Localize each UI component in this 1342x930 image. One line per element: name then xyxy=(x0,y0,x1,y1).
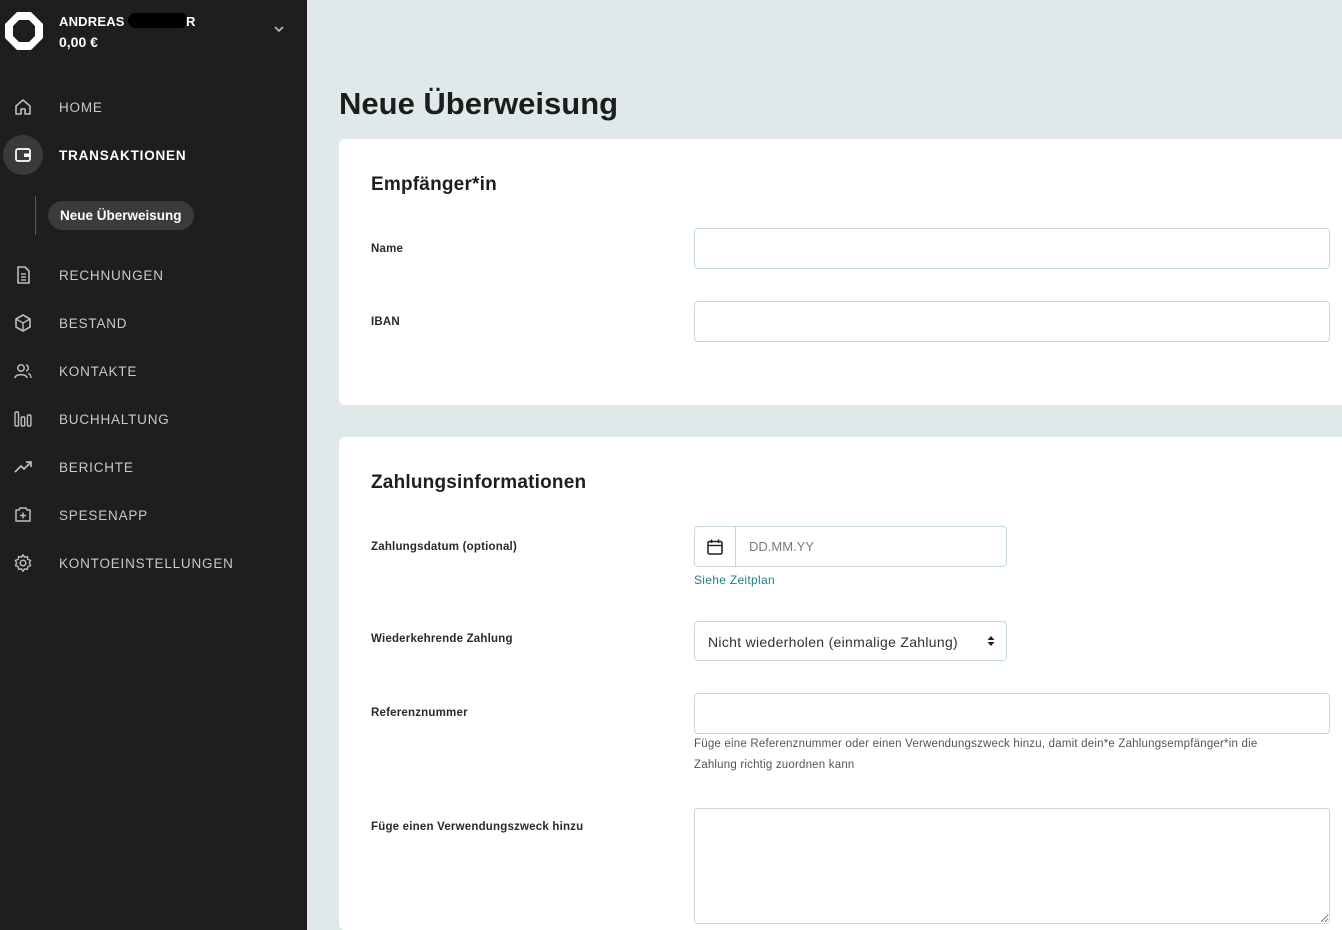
bar-chart-icon xyxy=(3,399,43,439)
reference-input[interactable] xyxy=(694,693,1330,734)
nav-label-kontakte: KONTAKTE xyxy=(59,364,138,379)
receipt-add-icon xyxy=(3,495,43,535)
iban-input[interactable] xyxy=(694,301,1330,342)
recurring-payment-label: Wiederkehrende Zahlung xyxy=(371,633,513,645)
recipient-card: Empfänger*in Name IBAN xyxy=(339,139,1342,405)
reference-label: Referenznummer xyxy=(371,707,468,719)
nav-label-buchhaltung: BUCHHALTUNG xyxy=(59,412,170,427)
chevron-down-icon[interactable] xyxy=(272,22,286,36)
account-switcher[interactable]: ANDREAS R 0,00 € xyxy=(0,0,307,64)
calendar-icon[interactable] xyxy=(695,527,736,566)
nav-label-rechnungen: RECHNUNGEN xyxy=(59,268,164,283)
payment-card: Zahlungsinformationen Zahlungsdatum (opt… xyxy=(339,437,1342,930)
users-icon xyxy=(3,351,43,391)
account-balance: 0,00 € xyxy=(59,34,98,50)
nav-label-spesenapp: SPESENAPP xyxy=(59,508,148,523)
logo-icon xyxy=(5,12,43,50)
nav-item-transaktionen[interactable]: TRANSAKTIONEN xyxy=(0,135,307,175)
nav-item-rechnungen[interactable]: RECHNUNGEN xyxy=(0,255,307,295)
document-icon xyxy=(3,255,43,295)
trending-up-icon xyxy=(3,447,43,487)
name-label: Name xyxy=(371,243,404,255)
nav-item-home[interactable]: HOME xyxy=(0,87,307,127)
recurring-payment-select[interactable]: Nicht wiederholen (einmalige Zahlung) xyxy=(694,621,1007,661)
schedule-link[interactable]: Siehe Zeitplan xyxy=(694,573,775,587)
nav-label-home: HOME xyxy=(59,100,103,115)
nav-label-bestand: BESTAND xyxy=(59,316,128,331)
purpose-label: Füge einen Verwendungszweck hinzu xyxy=(371,821,584,833)
account-name-suffix: R xyxy=(186,14,196,29)
home-icon xyxy=(3,87,43,127)
nav-item-kontoeinstellungen[interactable]: KONTOEINSTELLUNGEN xyxy=(0,543,307,583)
iban-label: IBAN xyxy=(371,316,400,328)
nav-label-kontoeinstellungen: KONTOEINSTELLUNGEN xyxy=(59,556,234,571)
recurring-payment-value: Nicht wiederholen (einmalige Zahlung) xyxy=(708,634,959,650)
select-arrows-icon xyxy=(987,636,995,646)
nav-item-berichte[interactable]: BERICHTE xyxy=(0,447,307,487)
payment-section-title: Zahlungsinformationen xyxy=(371,472,587,493)
nav-item-kontakte[interactable]: KONTAKTE xyxy=(0,351,307,391)
wallet-icon xyxy=(3,135,43,175)
nav-item-buchhaltung[interactable]: BUCHHALTUNG xyxy=(0,399,307,439)
nav-label-berichte: BERICHTE xyxy=(59,460,134,475)
redaction-mark xyxy=(128,13,188,28)
nav-item-spesenapp[interactable]: SPESENAPP xyxy=(0,495,307,535)
nav-label-transaktionen: TRANSAKTIONEN xyxy=(59,148,187,163)
subnav-divider xyxy=(35,196,36,235)
reference-hint-line1: Füge eine Referenznummer oder einen Verw… xyxy=(694,738,1258,750)
payment-date-input[interactable] xyxy=(737,527,1005,566)
box-icon xyxy=(3,303,43,343)
gear-icon xyxy=(3,543,43,583)
payment-date-field xyxy=(694,526,1007,567)
page-title: Neue Überweisung xyxy=(339,86,619,121)
name-input[interactable] xyxy=(694,228,1330,269)
purpose-textarea[interactable] xyxy=(694,808,1330,924)
reference-hint-line2: Zahlung richtig zuordnen kann xyxy=(694,759,855,771)
payment-date-label: Zahlungsdatum (optional) xyxy=(371,541,517,553)
nav-item-bestand[interactable]: BESTAND xyxy=(0,303,307,343)
sidebar: ANDREAS R 0,00 € HOME TRANSAKTIONEN Neue… xyxy=(0,0,307,930)
recipient-section-title: Empfänger*in xyxy=(371,174,497,195)
subnav-item-neue-ueberweisung[interactable]: Neue Überweisung xyxy=(48,201,194,230)
account-name: ANDREAS xyxy=(59,14,125,29)
reference-hint: Füge eine Referenznummer oder einen Verw… xyxy=(694,734,1334,776)
